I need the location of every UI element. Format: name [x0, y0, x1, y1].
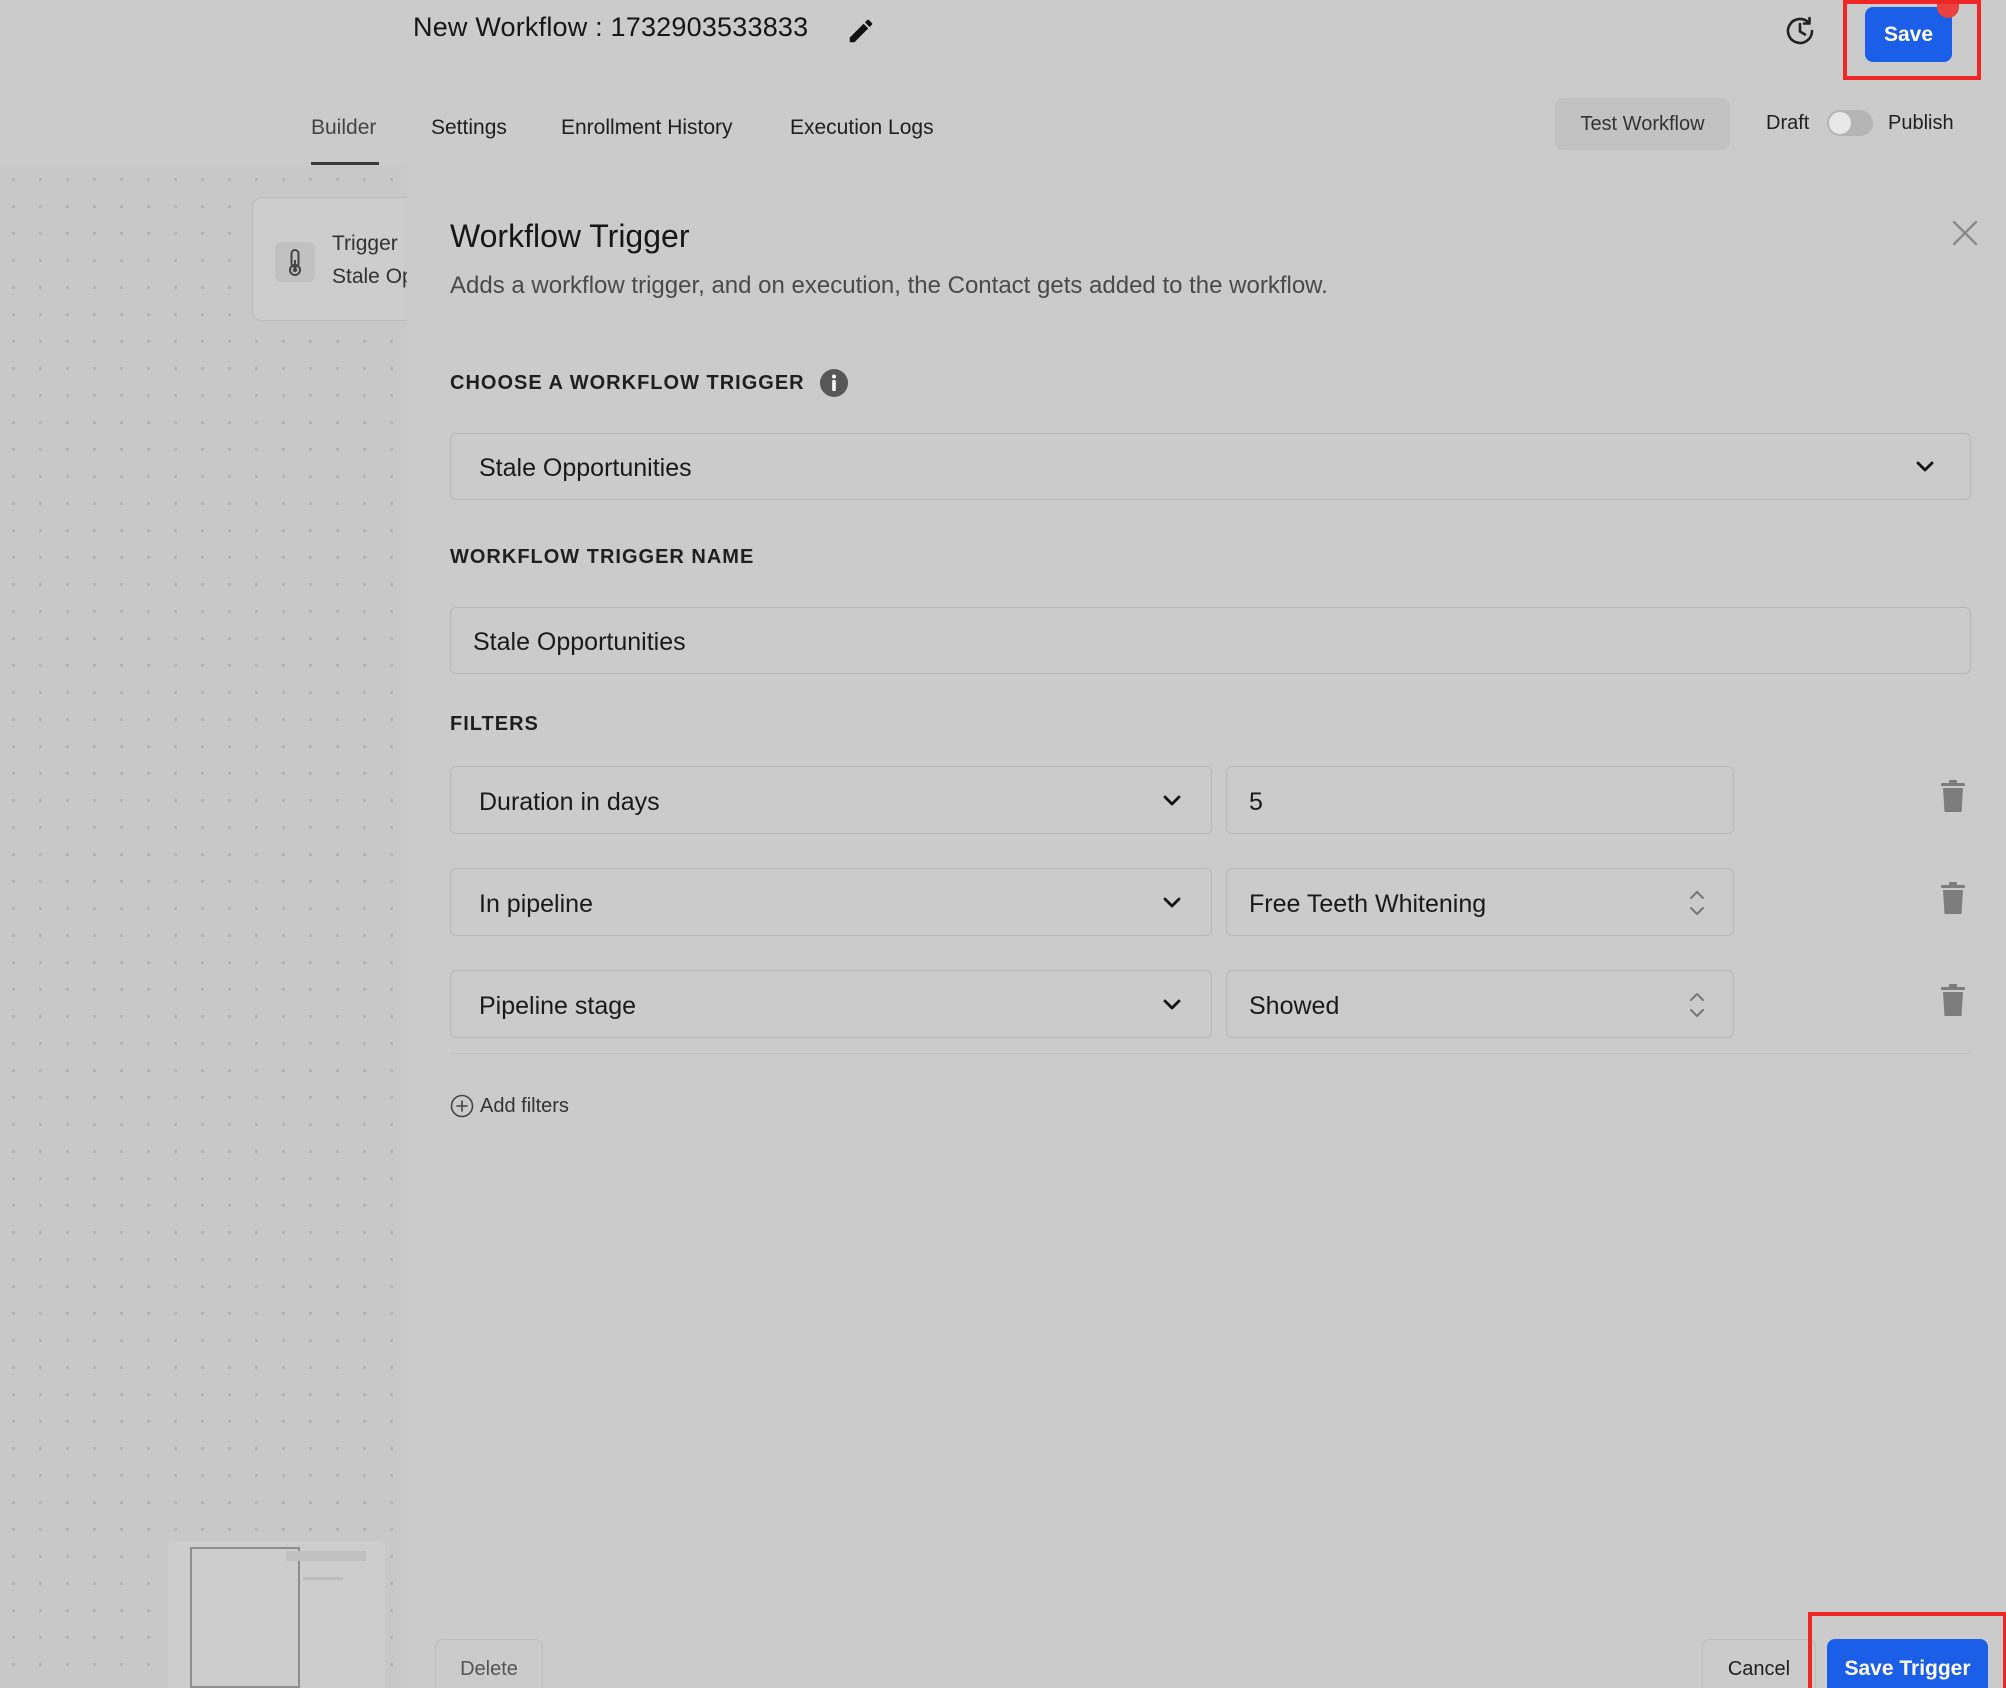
tab-bar: Builder Settings Enrollment History Exec… — [0, 72, 2006, 168]
trigger-icon-box — [275, 242, 315, 282]
chevron-down-icon — [1163, 897, 1181, 908]
filter-field-select[interactable]: Pipeline stage — [450, 970, 1212, 1038]
filters-divider — [450, 1053, 1971, 1054]
filter-field-select[interactable]: In pipeline — [450, 868, 1212, 936]
test-workflow-button[interactable]: Test Workflow — [1555, 98, 1730, 150]
tab-settings[interactable]: Settings — [431, 116, 507, 140]
filters-label: FILTERS — [450, 713, 539, 735]
plus-circle-icon — [450, 1094, 474, 1118]
thermometer-icon — [289, 249, 301, 276]
info-icon[interactable] — [819, 368, 849, 398]
sort-icon — [1690, 993, 1704, 1017]
add-filters-label: Add filters — [480, 1094, 569, 1117]
canvas-minimap[interactable] — [168, 1541, 385, 1688]
filter-row: Pipeline stage Showed — [450, 970, 1971, 1038]
filter-field-select[interactable]: Duration in days — [450, 766, 1212, 834]
highlight-box-save-trigger — [1808, 1612, 2006, 1688]
minimap-viewport[interactable] — [190, 1547, 300, 1688]
panel-description: Adds a workflow trigger, and on executio… — [450, 272, 1328, 299]
cancel-button[interactable]: Cancel — [1702, 1639, 1816, 1688]
panel-title: Workflow Trigger — [450, 218, 690, 254]
chevron-down-icon — [1163, 999, 1181, 1010]
draft-label: Draft — [1766, 112, 1810, 134]
close-icon[interactable] — [1950, 218, 1980, 248]
chevron-down-icon — [1163, 795, 1181, 806]
trigger-node-card[interactable]: Trigger Stale Opportunities — [252, 197, 422, 321]
active-tab-indicator — [311, 162, 379, 165]
choose-trigger-label: CHOOSE A WORKFLOW TRIGGER — [450, 372, 805, 394]
filter-value-text: Showed — [1249, 992, 1340, 1020]
edit-icon[interactable] — [846, 16, 876, 46]
trigger-side-panel: Workflow Trigger Adds a workflow trigger… — [407, 166, 2006, 1688]
sort-icon — [1690, 891, 1704, 915]
filter-field-value: In pipeline — [479, 890, 593, 918]
filter-field-value: Duration in days — [479, 788, 660, 816]
trigger-type-select[interactable]: Stale Opportunities — [450, 433, 1971, 500]
trash-icon[interactable] — [1938, 982, 1968, 1018]
publish-label: Publish — [1888, 112, 1954, 134]
trigger-name-value: Stale Opportunities — [473, 628, 686, 656]
trash-icon[interactable] — [1938, 880, 1968, 916]
filter-row: In pipeline Free Teeth Whitening — [450, 868, 1971, 936]
filter-value-text: Free Teeth Whitening — [1249, 890, 1487, 918]
trigger-name-label: WORKFLOW TRIGGER NAME — [450, 546, 755, 568]
tab-enrollment-history[interactable]: Enrollment History — [561, 116, 733, 140]
trigger-type-value: Stale Opportunities — [479, 454, 692, 482]
tab-builder[interactable]: Builder — [311, 116, 376, 140]
workflow-title: New Workflow : 1732903533833 — [413, 12, 809, 42]
filter-value-select[interactable]: Free Teeth Whitening — [1226, 868, 1734, 936]
workflow-canvas[interactable] — [0, 166, 407, 1688]
filter-value-select[interactable]: Showed — [1226, 970, 1734, 1038]
filter-value-input[interactable]: 5 — [1226, 766, 1734, 834]
publish-toggle[interactable] — [1827, 110, 1873, 136]
chevron-down-icon — [1916, 461, 1934, 472]
filter-value-text: 5 — [1249, 788, 1263, 816]
trigger-name-input[interactable]: Stale Opportunities — [450, 607, 1971, 674]
top-bar: New Workflow : 1732903533833 Save — [0, 0, 2006, 80]
highlight-box-save — [1843, 0, 1981, 80]
toggle-knob — [1829, 112, 1851, 134]
trigger-card-title: Trigger — [332, 232, 398, 255]
minimap-node — [286, 1551, 366, 1561]
add-filters-button[interactable]: Add filters — [450, 1091, 569, 1121]
tab-execution-logs[interactable]: Execution Logs — [790, 116, 934, 140]
filter-field-value: Pipeline stage — [479, 992, 637, 1020]
trash-icon[interactable] — [1938, 778, 1968, 814]
history-icon[interactable] — [1782, 13, 1818, 49]
minimap-node-line — [303, 1577, 343, 1580]
delete-button[interactable]: Delete — [435, 1639, 543, 1688]
filter-row: Duration in days 5 — [450, 766, 1971, 834]
